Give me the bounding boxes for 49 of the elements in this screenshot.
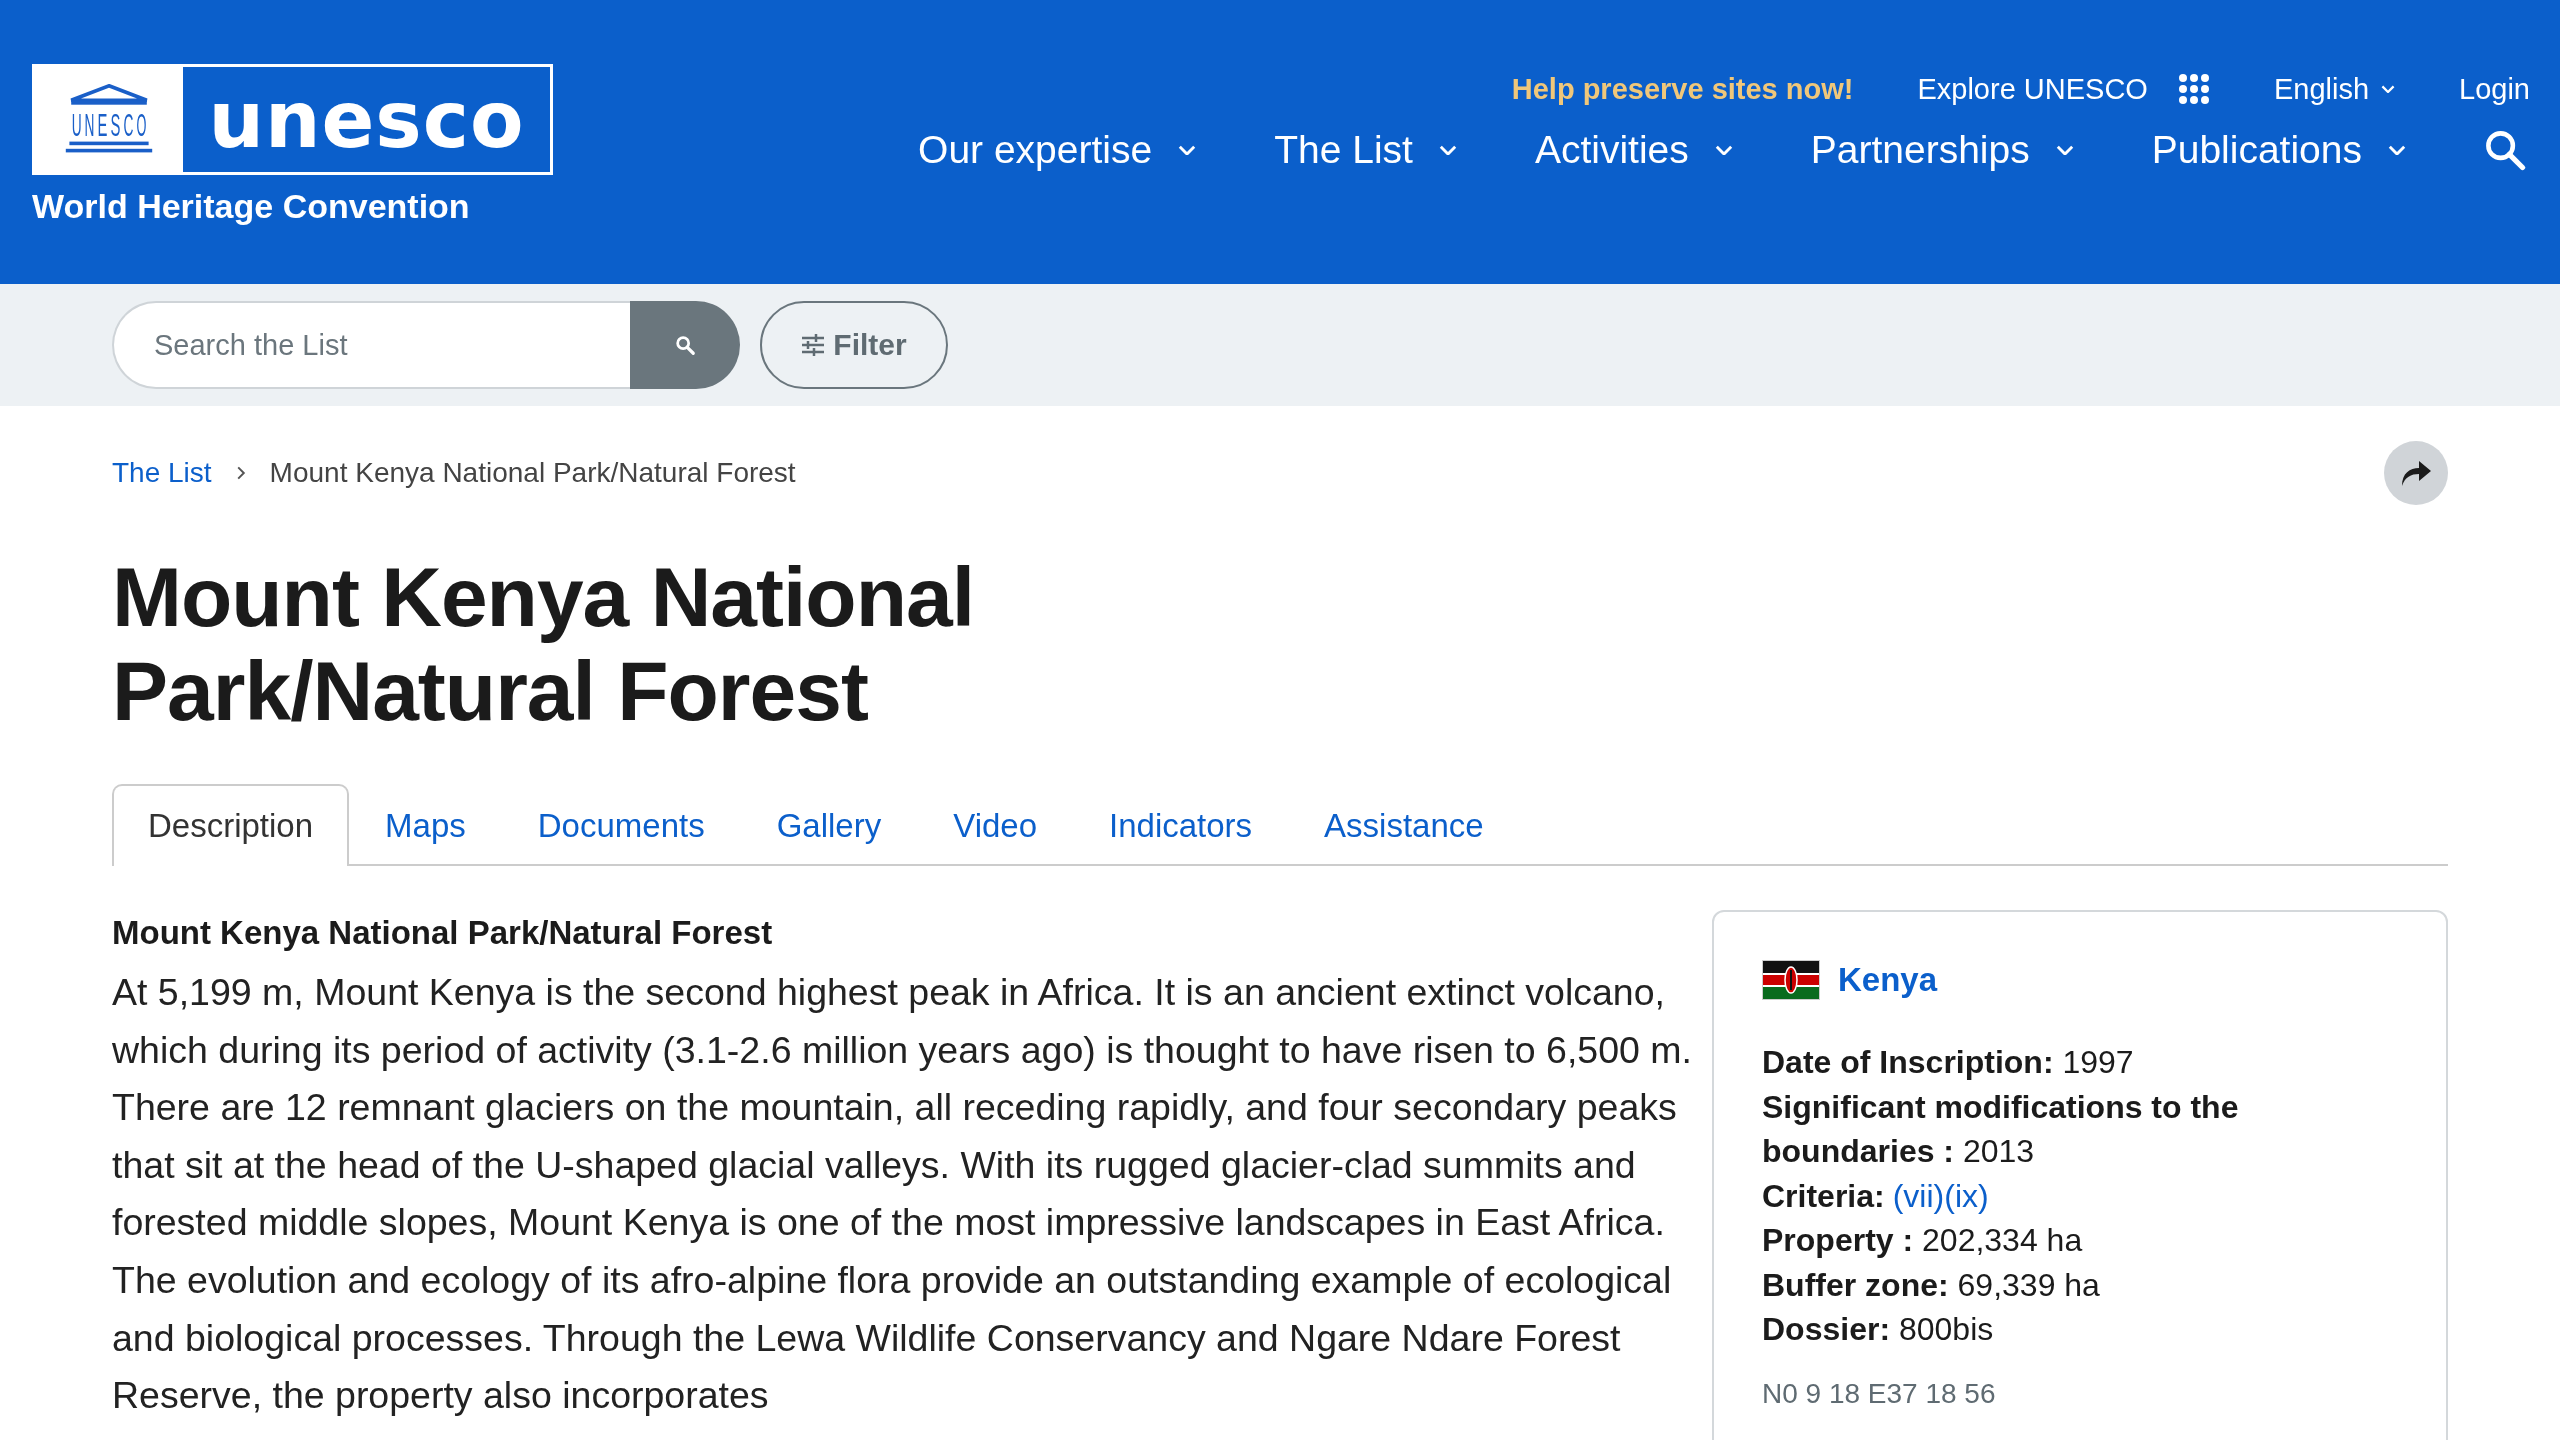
tab[interactable]: Maps xyxy=(349,784,502,866)
tab[interactable]: Description xyxy=(112,784,350,866)
breadcrumb-link[interactable]: The List xyxy=(112,457,212,489)
tab[interactable]: Gallery xyxy=(740,784,918,866)
chevron-down-icon xyxy=(1714,144,1733,156)
chevron-down-icon xyxy=(1178,144,1197,156)
unesco-logo[interactable]: UNESCO unesco xyxy=(32,64,553,175)
share-arrow-icon xyxy=(2400,459,2432,487)
fact-line: Buffer zone: 69,339 ha xyxy=(1762,1265,2101,1305)
apps-grid-icon[interactable] xyxy=(2177,73,2210,105)
sliders-icon xyxy=(801,334,826,356)
tab[interactable]: Assistance xyxy=(1288,784,1520,866)
chevron-down-icon xyxy=(2055,144,2074,156)
tab[interactable]: Video xyxy=(917,784,1074,866)
criteria-link[interactable]: (vii) xyxy=(1892,1177,1945,1214)
nav-menu-item[interactable]: Activities xyxy=(1534,128,1733,172)
chevron-right-icon xyxy=(235,466,246,480)
nav-menu-item[interactable]: Our expertise xyxy=(918,128,1197,172)
search-icon[interactable] xyxy=(2484,129,2526,171)
search-button[interactable] xyxy=(630,301,740,389)
nav-menu-item[interactable]: Publications xyxy=(2151,128,2406,172)
section-heading: Mount Kenya National Park/Natural Forest xyxy=(112,914,774,952)
search-field[interactable]: Search the List xyxy=(112,301,630,389)
coordinates-text: N0 9 18 E37 18 56 xyxy=(1762,1377,1997,1410)
site-subtitle: World Heritage Convention xyxy=(32,187,471,226)
fact-line: Significant modifications to the boundaries : 2013 xyxy=(1762,1087,2240,1171)
description-paragraph: At 5,199 m, Mount Kenya is the second highest peak in Africa. It is an ancient extinct volcano, which during its period of activity (3.1-2.6 million years ago) is thought to have risen to 6,500 m. There are 12 remnant glaciers on the mountain, all receding rapidly, and four secondary peaks that sit at the head of the U-shaped glacial valleys. With its rugged glacier-clad summits and forested middle slopes, Mount Kenya is one of the most impressive landscapes in East Africa. The evolution and ecology of its afro-alpine flora provide an outstanding example of ecological and biological processes. Through the Lewa Wildlife Conservancy and Ngare Ndare Forest Reserve, the property also incorporates xyxy=(112,970,1693,1419)
fact-label: Criteria: xyxy=(1762,1177,1885,1214)
country-link[interactable]: Kenya xyxy=(1838,961,1938,999)
search-icon xyxy=(674,334,696,356)
criteria-link[interactable]: (ix) xyxy=(1944,1177,1989,1214)
language-dropdown[interactable]: English xyxy=(2273,72,2396,106)
flag-icon xyxy=(1762,960,1820,1000)
page-title: Mount Kenya National Park/Natural Forest xyxy=(112,550,976,738)
login-link[interactable]: Login xyxy=(2459,72,2530,106)
donate-link[interactable]: Help preserve sites now! xyxy=(1511,72,1854,106)
nav-menu-item[interactable]: The List xyxy=(1274,128,1457,172)
filter-button[interactable]: Filter xyxy=(760,301,948,389)
nav-menu-item[interactable]: Partnerships xyxy=(1810,128,2074,172)
chevron-down-icon xyxy=(1438,144,1457,156)
fact-line: Property : 202,334 ha xyxy=(1762,1221,2084,1260)
fact-line: Dossier: 800bis xyxy=(1762,1310,1995,1349)
chevron-down-icon xyxy=(2388,144,2406,156)
breadcrumb-current: Mount Kenya National Park/Natural Forest xyxy=(269,457,796,489)
explore-link[interactable]: Explore UNESCO xyxy=(1917,72,2148,106)
fact-line: Date of Inscription: 1997 xyxy=(1762,1043,2135,1082)
tab[interactable]: Indicators xyxy=(1073,784,1289,866)
tab[interactable]: Documents xyxy=(501,784,741,866)
chevron-down-icon xyxy=(2381,84,2396,94)
